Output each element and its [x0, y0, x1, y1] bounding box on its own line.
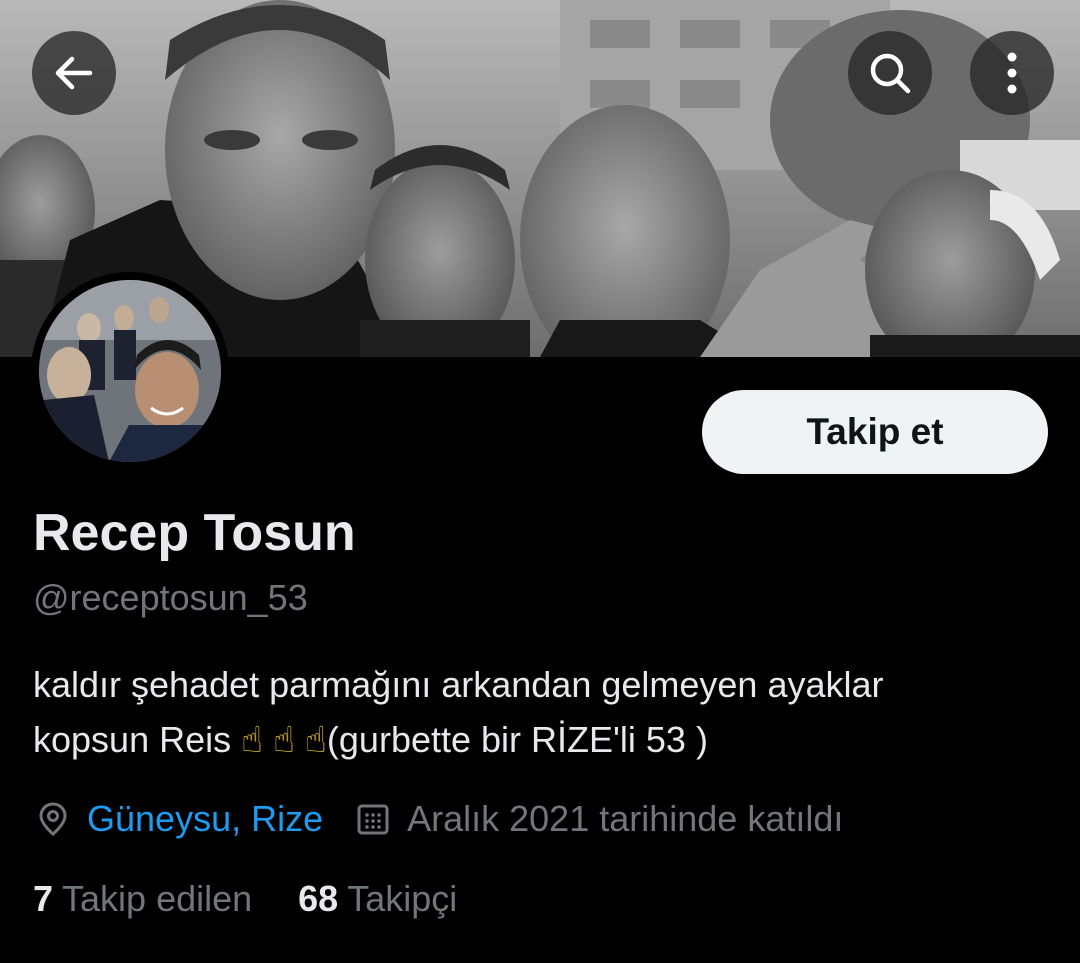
pointing-up-emoji: ☝: [241, 719, 264, 760]
location-link[interactable]: Güneysu, Rize: [87, 798, 323, 840]
location-pin-icon: [33, 799, 73, 839]
search-icon: [870, 53, 911, 94]
bio-line-2: kopsun Reis ☝ ☝ ☝(gurbette bir RİZE'li 5…: [33, 712, 1043, 767]
back-button[interactable]: [32, 31, 116, 115]
bio-text: kopsun Reis: [33, 719, 232, 760]
following-count: 7: [33, 878, 54, 919]
following-link[interactable]: 7 Takip edilen: [33, 878, 252, 920]
bio-line-1: kaldır şehadet parmağını arkandan gelmey…: [33, 664, 884, 705]
search-button[interactable]: [848, 31, 932, 115]
bio-tail-text: (gurbette bir RİZE'li 53 ): [326, 719, 708, 760]
avatar-photo: [39, 280, 221, 462]
calendar-icon: [353, 799, 393, 839]
followers-label: Takipçi: [347, 878, 458, 919]
followers-link[interactable]: 68 Takipçi: [298, 878, 457, 920]
pointing-up-emoji: ☝: [305, 719, 327, 760]
profile-meta: Güneysu, Rize Aralık 2021 tarihinde katı…: [33, 795, 843, 843]
profile-avatar[interactable]: [31, 272, 229, 470]
arrow-left-icon: [55, 56, 93, 90]
follow-stats: 7 Takip edilen 68 Takipçi: [33, 878, 503, 920]
more-vertical-icon: [1007, 52, 1017, 94]
username-handle: @receptosun_53: [33, 577, 308, 618]
joined-date: Aralık 2021 tarihinde katıldı: [407, 798, 844, 839]
profile-bio: kaldır şehadet parmağını arkandan gelmey…: [33, 657, 1043, 767]
following-label: Takip edilen: [62, 878, 253, 919]
followers-count: 68: [298, 878, 339, 919]
pointing-up-emoji: ☝: [273, 719, 295, 760]
display-name: Recep Tosun: [33, 504, 356, 562]
more-options-button[interactable]: [970, 31, 1054, 115]
follow-button[interactable]: Takip et: [702, 390, 1048, 474]
